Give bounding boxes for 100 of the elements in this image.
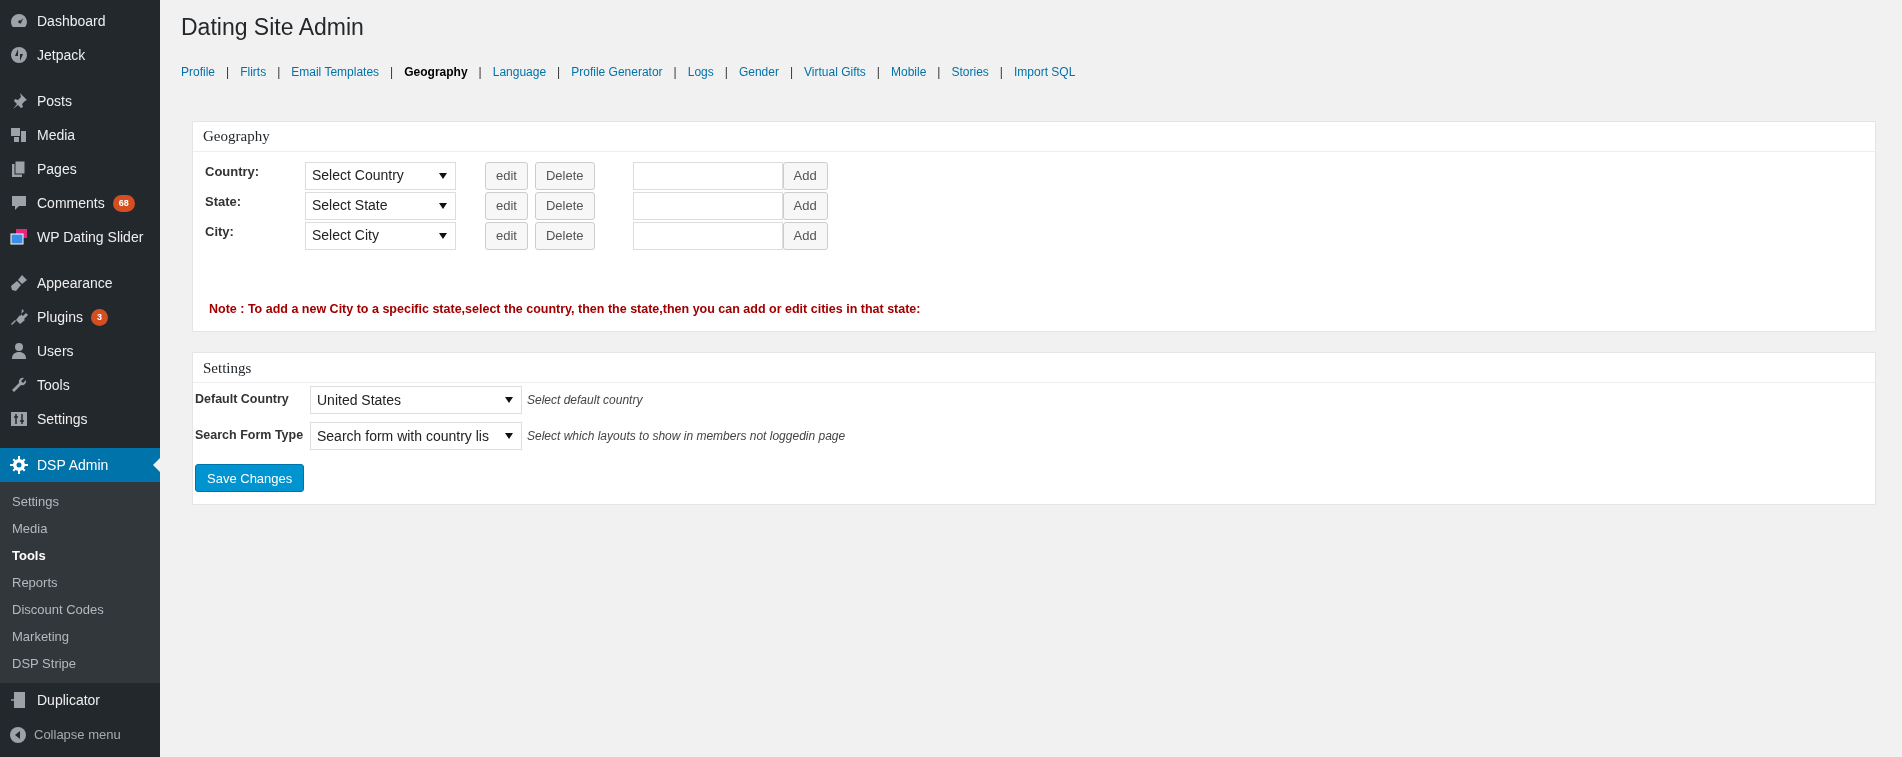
text-input[interactable] bbox=[632, 191, 783, 220]
sidebar-menu-item[interactable]: Media bbox=[0, 118, 160, 152]
menu-label: WP Dating Slider bbox=[37, 227, 144, 247]
menu-label: Settings bbox=[37, 409, 88, 429]
dropdown-caret-icon bbox=[439, 202, 447, 209]
nav-link[interactable]: Email Templates bbox=[291, 62, 380, 81]
dropdown-caret-icon bbox=[505, 397, 513, 404]
menu-label: Media bbox=[37, 125, 76, 145]
delete-button[interactable]: Delete bbox=[534, 191, 595, 220]
card-title: Geography bbox=[203, 126, 270, 146]
nav-link[interactable]: Logs bbox=[687, 62, 714, 81]
edit-button[interactable]: edit bbox=[485, 191, 528, 220]
menu-label: Appearance bbox=[37, 273, 113, 293]
sidebar-menu-item[interactable]: Tools bbox=[0, 368, 160, 402]
menu-label: Plugins bbox=[37, 307, 83, 327]
nav-separator: | bbox=[999, 63, 1003, 81]
page-title: Dating Site Admin bbox=[181, 13, 364, 42]
sidebar-menu-item[interactable]: DSP Admin bbox=[0, 448, 160, 482]
sidebar-menu-item[interactable]: Duplicator bbox=[0, 683, 160, 717]
field-hint: Select which layouts to show in members not loggedin page bbox=[527, 428, 846, 446]
nav-link[interactable]: Stories bbox=[951, 62, 989, 81]
menu-label: Jetpack bbox=[37, 45, 86, 65]
comment-icon bbox=[9, 193, 29, 213]
menu-label: Duplicator bbox=[37, 690, 101, 710]
dropdown-select[interactable]: Search form with country lis bbox=[310, 422, 522, 451]
nav-link[interactable]: Mobile bbox=[891, 62, 927, 81]
add-button[interactable]: Add bbox=[782, 161, 828, 190]
nav-separator: | bbox=[673, 63, 677, 81]
sidebar-menu-item[interactable]: Comments 68 bbox=[0, 186, 160, 220]
menu-label: Tools bbox=[37, 375, 70, 395]
delete-button[interactable]: Delete bbox=[534, 221, 595, 250]
note-text: Note : To add a new City to a specific state,select the country, then the state,then you can add or edit cities in that state: bbox=[209, 300, 922, 318]
field-label: State: bbox=[205, 192, 243, 211]
media-icon bbox=[9, 125, 29, 145]
nav-separator: | bbox=[277, 63, 281, 81]
add-button[interactable]: Add bbox=[782, 191, 828, 220]
nav-link[interactable]: Gender bbox=[738, 62, 779, 81]
nav-link[interactable]: Virtual Gifts bbox=[804, 62, 866, 81]
collapse-menu-button[interactable]: Collapse menu bbox=[0, 723, 160, 747]
plug-icon bbox=[9, 307, 29, 327]
text-input[interactable] bbox=[632, 161, 783, 190]
nav-link[interactable]: Profile Generator bbox=[571, 62, 663, 81]
nav-separator: | bbox=[390, 63, 394, 81]
bolt-icon bbox=[9, 45, 29, 65]
brush-icon bbox=[9, 273, 29, 293]
dropdown-value: United States bbox=[317, 390, 402, 410]
card-title: Settings bbox=[203, 358, 252, 378]
dropdown-select[interactable]: Select Country bbox=[305, 161, 456, 190]
dropdown-caret-icon bbox=[439, 232, 447, 239]
add-button[interactable]: Add bbox=[782, 221, 828, 250]
submenu-item[interactable]: Discount Codes bbox=[0, 596, 160, 623]
submenu-item[interactable]: Media bbox=[0, 515, 160, 542]
sidebar-menu-item[interactable]: Users bbox=[0, 334, 160, 368]
field-label: Search Form Type bbox=[195, 427, 305, 444]
user-icon bbox=[9, 341, 29, 361]
nav-link[interactable]: Geography bbox=[404, 62, 468, 81]
nav-link[interactable]: Flirts bbox=[240, 62, 267, 81]
submenu-item[interactable]: Marketing bbox=[0, 623, 160, 650]
delete-button[interactable]: Delete bbox=[534, 161, 595, 190]
dropdown-value: Select State bbox=[312, 196, 388, 215]
nav-separator: | bbox=[876, 63, 880, 81]
dropdown-select[interactable]: Select City bbox=[305, 221, 456, 250]
submenu-item[interactable]: DSP Stripe bbox=[0, 650, 160, 677]
sidebar-menu-item[interactable]: Posts bbox=[0, 84, 160, 118]
sidebar-menu-item[interactable]: Jetpack bbox=[0, 38, 160, 72]
menu-label: Comments bbox=[37, 193, 105, 213]
sidebar-menu-item[interactable]: Settings bbox=[0, 402, 160, 436]
dropdown-select[interactable]: United States bbox=[310, 386, 522, 415]
sidebar-menu-item[interactable]: WP Dating Slider bbox=[0, 220, 160, 254]
menu-label: Posts bbox=[37, 91, 72, 111]
menu-label: Users bbox=[37, 341, 74, 361]
nav-link[interactable]: Import SQL bbox=[1013, 62, 1076, 81]
sidebar-menu-item[interactable]: Dashboard bbox=[0, 4, 160, 38]
sliders-icon bbox=[9, 409, 29, 429]
field-label: Country: bbox=[205, 162, 261, 181]
settings-icon bbox=[9, 455, 29, 475]
current-pointer-icon bbox=[153, 458, 160, 472]
sidebar-menu-item[interactable]: Plugins 3 bbox=[0, 300, 160, 334]
submenu-item[interactable]: Settings bbox=[0, 488, 160, 515]
nav-separator: | bbox=[724, 63, 728, 81]
menu-label: Dashboard bbox=[37, 11, 106, 31]
nav-link[interactable]: Language bbox=[492, 62, 547, 81]
dropdown-value: Select Country bbox=[312, 166, 404, 185]
dropdown-select[interactable]: Select State bbox=[305, 191, 456, 220]
nav-separator: | bbox=[226, 63, 230, 81]
windows-icon bbox=[9, 227, 29, 247]
text-input[interactable] bbox=[632, 221, 783, 250]
count-badge: 68 bbox=[112, 194, 135, 212]
submenu-item[interactable]: Reports bbox=[0, 569, 160, 596]
field-hint: Select default country bbox=[527, 392, 643, 410]
nav-separator: | bbox=[478, 63, 482, 81]
edit-button[interactable]: edit bbox=[485, 161, 528, 190]
sidebar-menu-item[interactable]: Pages bbox=[0, 152, 160, 186]
field-label: Default Country bbox=[195, 391, 290, 408]
nav-separator: | bbox=[557, 63, 561, 81]
dropdown-value: Select City bbox=[312, 226, 379, 245]
nav-link[interactable]: Profile bbox=[181, 62, 215, 81]
submenu-item[interactable]: Tools bbox=[0, 542, 160, 569]
sidebar-menu-item[interactable]: Appearance bbox=[0, 266, 160, 300]
edit-button[interactable]: edit bbox=[485, 221, 528, 250]
